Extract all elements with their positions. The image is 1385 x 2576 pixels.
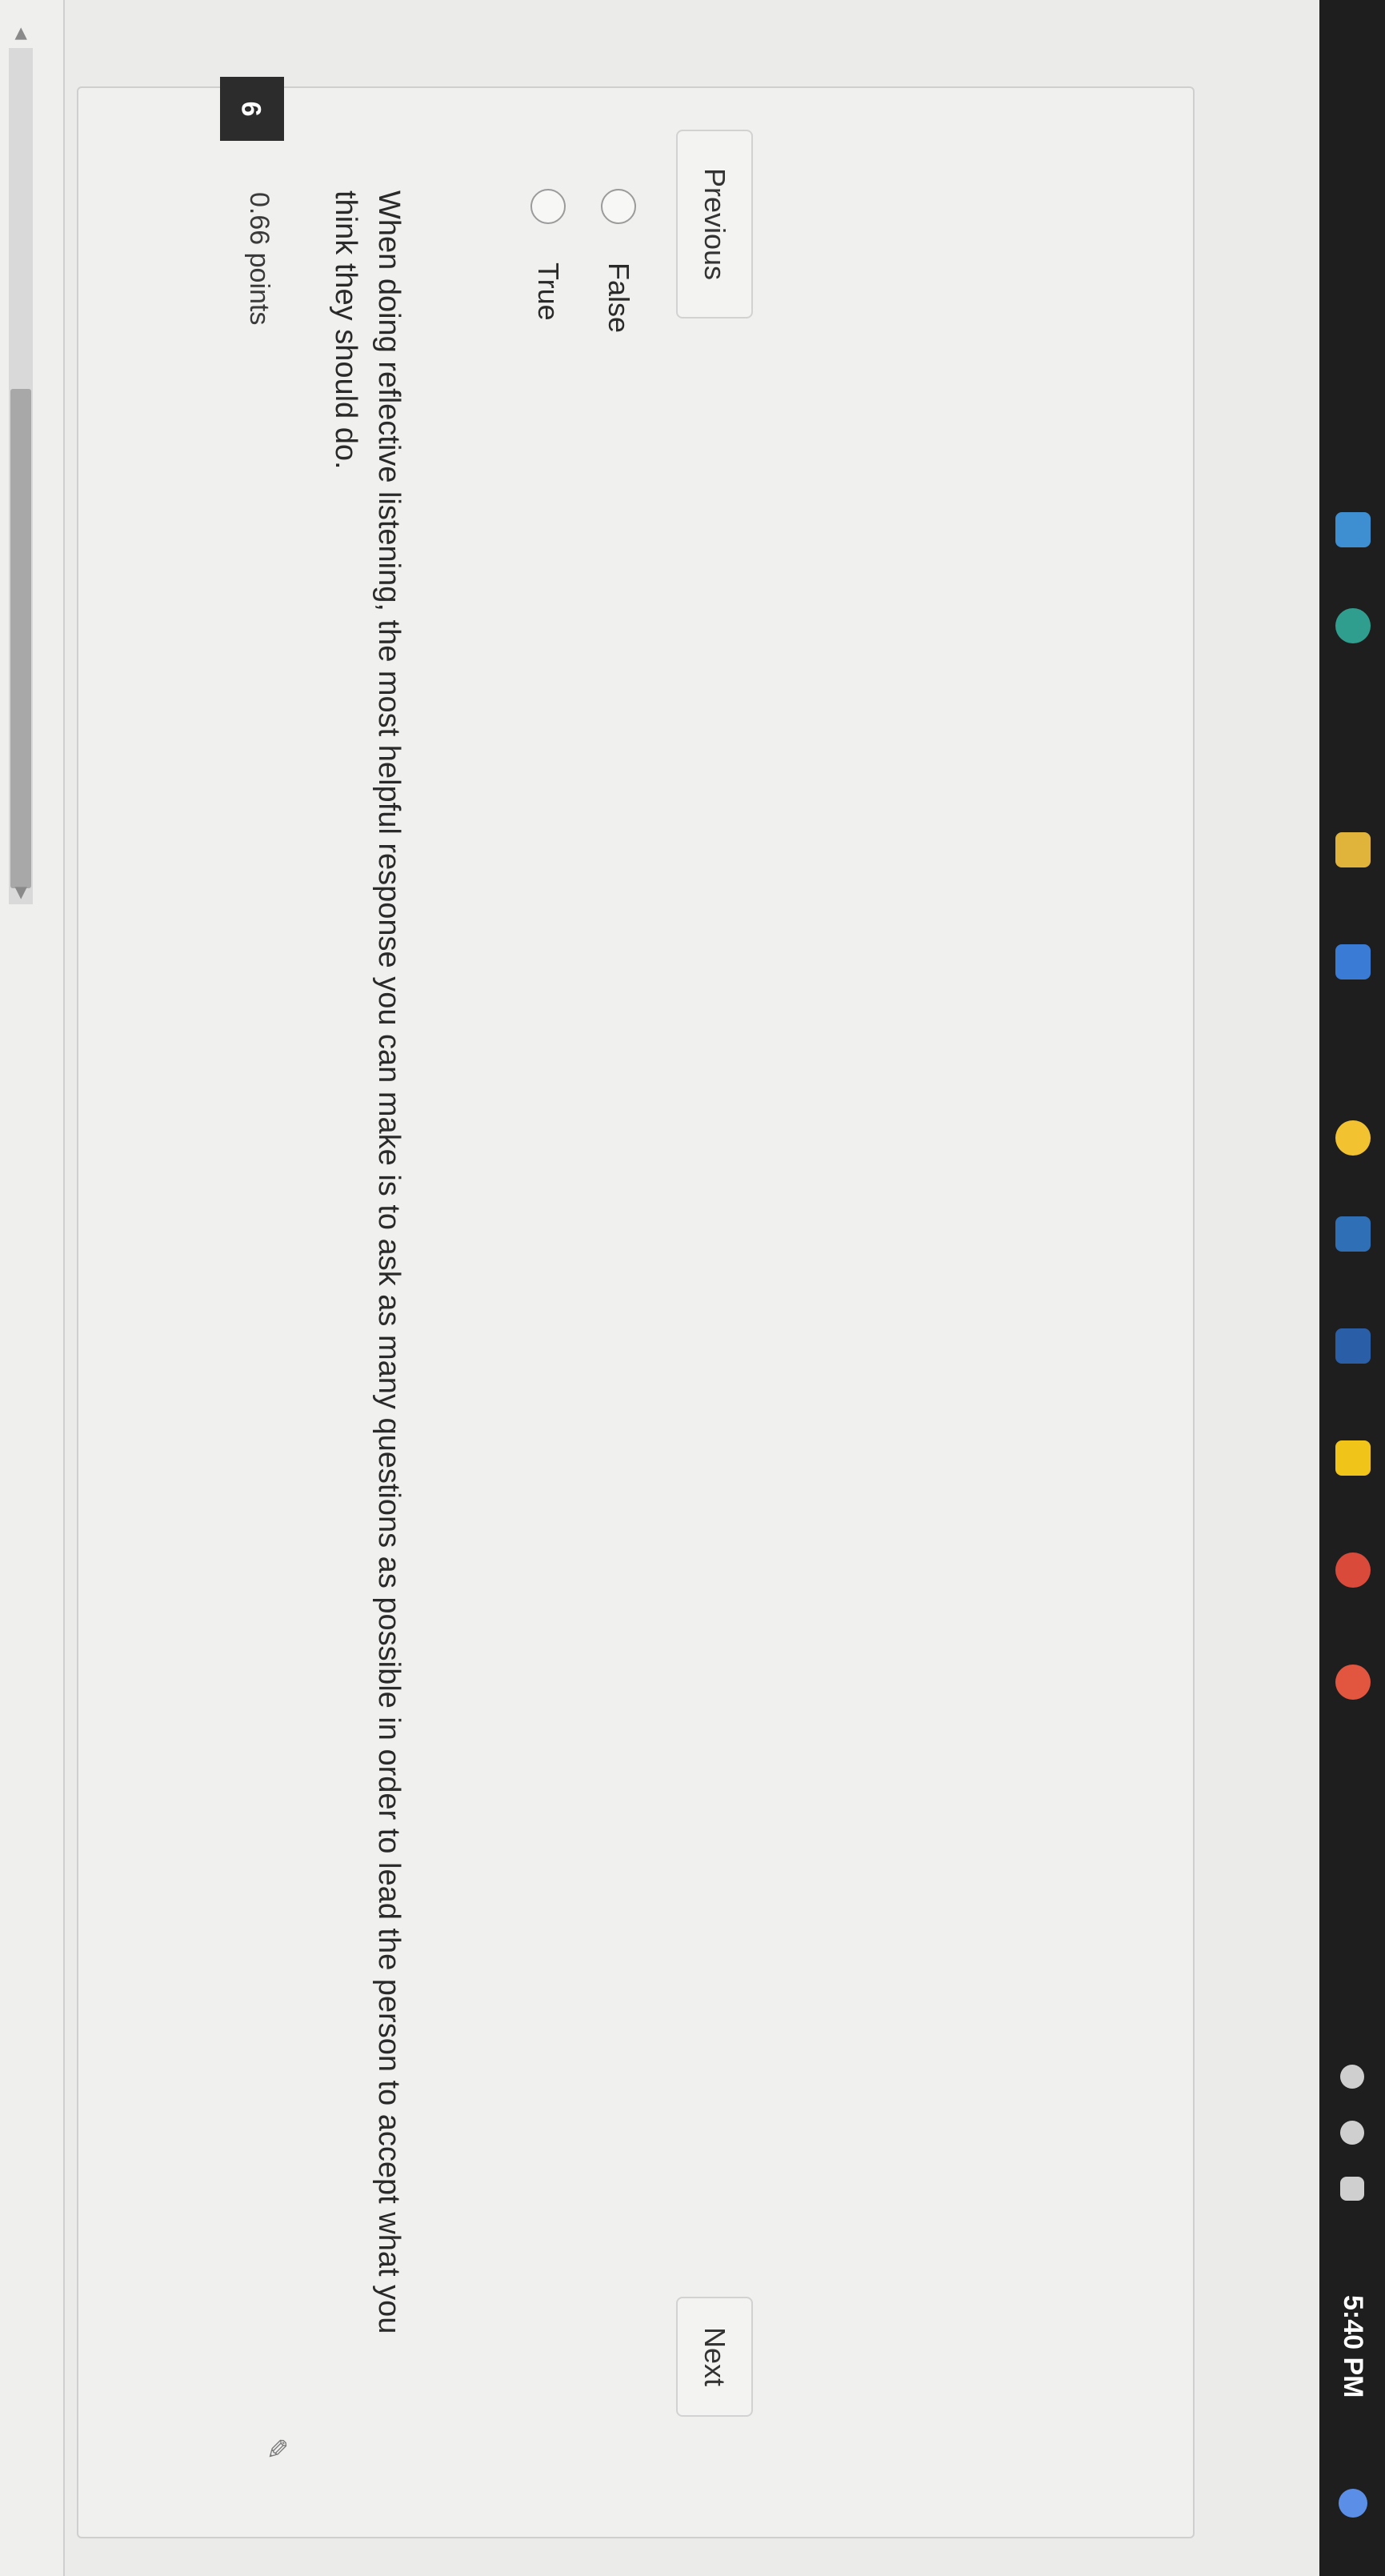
chrome-icon[interactable] <box>1335 1552 1371 1588</box>
wifi-icon[interactable] <box>1340 2065 1364 2089</box>
scroll-right-arrow-icon[interactable]: ▶ <box>12 883 31 903</box>
question-card <box>77 86 1195 2538</box>
pin-icon[interactable]: ✎ <box>260 2433 292 2465</box>
question-points: 0.66 points <box>244 192 274 326</box>
taskbar-clock[interactable]: 5:40 PM <box>1335 2295 1371 2398</box>
taskbar: 5:40 PM <box>1319 0 1385 2576</box>
next-button[interactable]: Next <box>676 2297 753 2417</box>
taskbar-app-icon[interactable] <box>1335 1665 1371 1700</box>
taskbar-app-icon[interactable] <box>1335 1440 1371 1476</box>
question-number: 9 <box>220 77 284 141</box>
notifications-icon[interactable] <box>1339 2489 1367 2518</box>
horizontal-scrollbar-thumb[interactable] <box>10 389 31 888</box>
scroll-left-arrow-icon[interactable]: ◀ <box>12 24 31 43</box>
taskbar-app-icon[interactable] <box>1335 1328 1371 1364</box>
taskbar-app-icon[interactable] <box>1335 944 1371 980</box>
option-false-label: False <box>602 262 635 334</box>
radio-false[interactable] <box>601 189 636 224</box>
browser-viewport: ◀ ▶ 9 0.66 points ✎ When doing reflectiv… <box>0 0 1385 2576</box>
screen: ◀ ▶ 9 0.66 points ✎ When doing reflectiv… <box>0 0 1385 2576</box>
option-true-label: True <box>532 262 565 321</box>
radio-true[interactable] <box>530 189 566 224</box>
previous-button[interactable]: Previous <box>676 130 753 318</box>
battery-icon[interactable] <box>1340 2177 1364 2201</box>
volume-icon[interactable] <box>1340 2121 1364 2145</box>
taskbar-app-icon[interactable] <box>1335 608 1371 643</box>
taskbar-app-icon[interactable] <box>1335 1120 1371 1156</box>
taskbar-app-icon[interactable] <box>1335 512 1371 547</box>
question-text: When doing reflective listening, the mos… <box>329 190 406 2334</box>
taskbar-app-icon[interactable] <box>1335 1216 1371 1252</box>
taskbar-app-icon[interactable] <box>1335 832 1371 867</box>
